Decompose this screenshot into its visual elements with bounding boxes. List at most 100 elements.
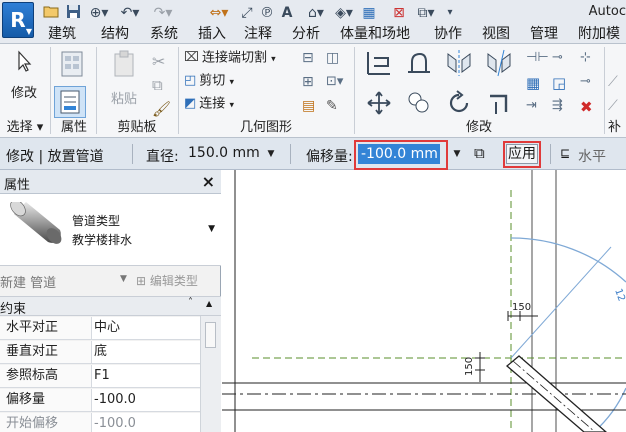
open-icon[interactable] [42, 4, 60, 22]
split-element-icon[interactable]: ⊣⊢ [526, 50, 549, 72]
customize-toolbar-icon[interactable]: ▾ [442, 4, 458, 22]
chevron-down-icon[interactable]: ▼ [208, 224, 215, 234]
split-gap-icon[interactable]: ⊸ [552, 50, 574, 72]
measure-icon[interactable]: ⇔▾ [206, 4, 232, 22]
tab-architecture[interactable]: 建筑 [48, 26, 76, 44]
property-row[interactable]: 参照标高 F1 [0, 365, 200, 388]
view-icon[interactable]: ⟋ [608, 74, 626, 96]
collapse-icon[interactable]: ˄ [188, 297, 193, 308]
copy-icon[interactable]: ⧉ [152, 76, 174, 98]
property-row[interactable]: 开始偏移 -100.0 [0, 413, 200, 432]
justification-icon[interactable]: ⊑ [560, 146, 570, 160]
linework-icon[interactable]: ⊡▾ [326, 74, 348, 96]
properties-scrollbar[interactable] [200, 316, 221, 432]
chevron-down-icon[interactable]: ▼ [264, 144, 278, 164]
wall-joins-icon[interactable]: ◫ [326, 50, 348, 72]
thin-lines-icon[interactable]: ▦ [360, 4, 378, 22]
scroll-up-icon[interactable]: ▲ [206, 299, 212, 308]
edit-type-button[interactable]: ⊞ 编辑类型 [136, 272, 198, 289]
instance-label[interactable]: 新建 管道 [0, 272, 56, 291]
redo-icon[interactable]: ↷▾ [148, 4, 178, 22]
switch-windows-icon[interactable]: ⧉▾ [414, 4, 438, 22]
property-value[interactable]: 中心 [94, 317, 120, 339]
tag-icon[interactable]: ℗ [258, 4, 276, 22]
tab-annotate[interactable]: 注释 [244, 26, 272, 44]
property-value[interactable]: -100.0 [94, 413, 136, 432]
diameter-field[interactable]: 150.0 mm [186, 144, 264, 164]
scale-icon[interactable]: ◲ [552, 74, 574, 96]
sync-icon[interactable]: ⊕▾ [86, 4, 112, 22]
dimension-label-vertical[interactable]: 150 [464, 357, 475, 376]
chevron-down-icon: ▾ [229, 77, 234, 88]
type-properties-icon[interactable] [60, 50, 84, 78]
offset-icon[interactable] [404, 48, 434, 78]
pick-icon[interactable]: ✎ [326, 98, 348, 120]
split-face-icon[interactable]: ⊞ [302, 74, 324, 96]
join-geometry-button[interactable]: ◩ 连接 ▾ [184, 94, 234, 114]
chevron-down-icon[interactable]: ▼ [450, 144, 464, 164]
application-menu-button[interactable]: R ▼ [2, 2, 34, 38]
ribbon-panel: 修改 选择 ▾ 属性 粘贴 ✂ ⧉ 🖌 剪贴板 ⌧ 连接端切割 ▾ ◰ 剪切 ▾ ◩… [0, 44, 626, 138]
tab-view[interactable]: 视图 [482, 26, 510, 44]
trim-extend-icon[interactable] [486, 90, 512, 116]
tab-analyze[interactable]: 分析 [292, 26, 320, 44]
section-icon[interactable]: ◈▾ [332, 4, 356, 22]
tab-systems[interactable]: 系统 [150, 26, 178, 44]
array-icon[interactable]: ▦ [526, 74, 548, 96]
unpin-icon[interactable]: ⊹ [580, 50, 602, 72]
measure-tool-icon[interactable]: ⟋ [608, 98, 626, 120]
close-icon[interactable]: × [202, 172, 215, 191]
copy-element-icon[interactable] [406, 90, 432, 116]
cut-geometry-button[interactable]: ◰ 剪切 ▾ [184, 71, 234, 91]
modify-button[interactable]: 修改 [4, 50, 44, 101]
property-value[interactable]: 底 [94, 341, 107, 363]
move-icon[interactable] [366, 90, 392, 116]
tab-collaborate[interactable]: 协作 [434, 26, 462, 44]
text-icon[interactable]: A [278, 4, 296, 22]
mirror-axis-icon[interactable] [444, 48, 474, 78]
offset-label: 偏移量: [306, 149, 353, 165]
delete-icon[interactable]: ✖ [580, 98, 602, 120]
properties-toggle-icon[interactable] [54, 86, 86, 118]
3d-view-icon[interactable]: ⌂▾ [304, 4, 328, 22]
rotate-icon[interactable] [446, 90, 472, 116]
align-icon[interactable] [364, 48, 394, 78]
group-label-select[interactable]: 选择 ▾ [0, 120, 50, 136]
drawing-svg[interactable]: 12 150 150 [222, 170, 626, 432]
tab-add-ins[interactable]: 附加模 [578, 26, 620, 44]
paint-icon[interactable]: ▤ [302, 98, 324, 120]
property-value[interactable]: -100.0 [94, 389, 136, 411]
lock-offset-icon[interactable]: ⧉ [474, 144, 485, 162]
category-constraints[interactable]: 约束 ˄ ▲ [0, 296, 221, 317]
cope-button[interactable]: ⌧ 连接端切割 ▾ [184, 48, 276, 68]
save-icon[interactable] [64, 4, 82, 22]
drawing-canvas[interactable]: 12 150 150 [222, 170, 626, 432]
property-key: 开始偏移 [0, 413, 92, 432]
mirror-draw-icon[interactable] [484, 48, 514, 78]
match-properties-icon[interactable]: 🖌 [152, 100, 174, 122]
chevron-down-icon[interactable]: ▼ [120, 274, 127, 284]
paste-button[interactable]: 粘贴 [104, 50, 144, 107]
undo-icon[interactable]: ↶▾ [116, 4, 144, 22]
cope-icon: ⌧ [184, 50, 199, 65]
tab-insert[interactable]: 插入 [198, 26, 226, 44]
close-hidden-icon[interactable]: ⊠ [390, 4, 408, 22]
type-selector[interactable]: 管道类型 教学楼排水 ▼ [0, 194, 221, 266]
pin-icon[interactable]: ⊸ [580, 74, 602, 96]
justify-value[interactable]: 水平 [578, 146, 606, 166]
property-value[interactable]: F1 [94, 365, 110, 387]
dimension-icon[interactable]: ⤢ [238, 4, 256, 22]
tab-manage[interactable]: 管理 [530, 26, 558, 44]
tab-structure[interactable]: 结构 [101, 26, 129, 44]
trim-multiple-icon[interactable]: ⇶ [552, 98, 574, 120]
scrollbar-thumb[interactable] [205, 322, 216, 348]
dimension-label-horizontal[interactable]: 150 [512, 302, 531, 313]
cut-icon[interactable]: ✂ [152, 52, 174, 74]
property-row[interactable]: 垂直对正 底 [0, 341, 200, 364]
property-row[interactable]: 水平对正 中心 [0, 317, 200, 340]
property-row[interactable]: 偏移量 -100.0 [0, 389, 200, 412]
tab-massing-site[interactable]: 体量和场地 [340, 26, 410, 44]
trim-single-icon[interactable]: ⇥ [526, 98, 548, 120]
group-label-geometry: 几何图形 [239, 120, 292, 135]
demolish-icon[interactable]: ⊟ [302, 50, 324, 72]
